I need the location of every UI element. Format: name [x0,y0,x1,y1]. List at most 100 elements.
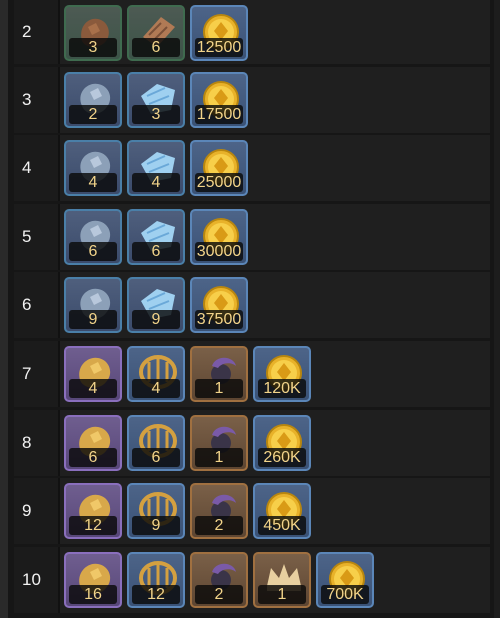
item-count: 3 [132,104,180,124]
resource-slot[interactable]: 3 [127,71,185,128]
upgrade-cost-table: 2 3 6 12500 3 2 3 17500 4 4 4 25000 5 6 6 30000 6 9 9 37500… [14,0,490,615]
item-count: 1 [195,447,243,467]
level-cell: 3 [14,66,60,133]
resource-slot[interactable]: 3 [64,5,122,61]
resource-slot[interactable]: 12500 [190,5,248,61]
level-cell: 8 [14,409,60,476]
resource-slot[interactable]: 12 [64,483,122,540]
item-count: 1 [258,584,306,604]
table-row: 10 16 12 2 1 700K [14,546,490,613]
item-count: 4 [69,378,117,398]
level-cell: 9 [14,478,60,545]
item-count: 6 [69,447,117,467]
resource-slot[interactable]: 37500 [190,277,248,334]
resource-slot[interactable]: 16 [64,551,122,608]
item-count: 700K [321,584,369,604]
resource-slot[interactable]: 2 [190,551,248,608]
resource-slot[interactable]: 6 [127,208,185,265]
item-list: 16 12 2 1 700K [64,551,374,608]
item-count: 2 [195,584,243,604]
table-row: 3 2 3 17500 [14,66,490,133]
item-count: 1 [195,378,243,398]
resource-slot[interactable]: 25000 [190,140,248,197]
level-label: 8 [22,432,32,452]
item-count: 6 [132,241,180,261]
item-count: 30000 [195,241,243,261]
item-count: 120K [258,378,306,398]
resource-slot[interactable]: 12 [127,551,185,608]
item-count: 2 [69,104,117,124]
level-label: 10 [22,569,41,589]
item-count: 2 [195,516,243,536]
resource-slot[interactable]: 9 [64,277,122,334]
level-cell: 7 [14,340,60,407]
level-label: 4 [22,158,32,178]
resource-slot[interactable]: 1 [190,414,248,471]
item-list: 12 9 2 450K [64,483,311,540]
resource-slot[interactable]: 4 [64,345,122,402]
resource-slot[interactable]: 1 [190,345,248,402]
level-label: 3 [22,89,32,109]
item-count: 6 [132,447,180,467]
table-row: 6 9 9 37500 [14,272,490,339]
resource-slot[interactable]: 260K [253,414,311,471]
level-label: 9 [22,501,32,521]
item-count: 4 [132,378,180,398]
resource-slot[interactable]: 4 [64,140,122,197]
table-row: 9 12 9 2 450K [14,478,490,545]
resource-slot[interactable]: 6 [64,208,122,265]
item-count: 12 [69,516,117,536]
resource-slot[interactable]: 2 [190,483,248,540]
item-count: 9 [132,310,180,330]
resource-slot[interactable]: 6 [127,5,185,61]
item-count: 450K [258,516,306,536]
level-cell: 6 [14,272,60,339]
resource-slot[interactable]: 700K [316,551,374,608]
item-list: 2 3 17500 [64,71,248,128]
item-list: 6 6 30000 [64,208,248,265]
level-label: 2 [22,22,32,41]
item-count: 9 [69,310,117,330]
resource-slot[interactable]: 17500 [190,71,248,128]
item-count: 9 [132,516,180,536]
level-cell: 5 [14,203,60,270]
table-row: 7 4 4 1 120K [14,340,490,407]
resource-slot[interactable]: 1 [253,551,311,608]
item-list: 9 9 37500 [64,277,248,334]
item-count: 17500 [195,104,243,124]
item-count: 4 [69,173,117,193]
resource-slot[interactable]: 4 [127,345,185,402]
table-row: 4 4 4 25000 [14,135,490,202]
level-cell: 2 [14,0,60,64]
level-label: 7 [22,363,32,383]
level-label: 6 [22,295,32,315]
level-cell: 4 [14,135,60,202]
item-list: 3 6 12500 [64,5,248,61]
item-list: 4 4 1 120K [64,345,311,402]
resource-slot[interactable]: 9 [127,483,185,540]
item-count: 12 [132,584,180,604]
table-row: 8 6 6 1 260K [14,409,490,476]
item-count: 37500 [195,310,243,330]
level-label: 5 [22,226,32,246]
right-border [494,0,500,618]
item-list: 6 6 1 260K [64,414,311,471]
table-row: 2 3 6 12500 [14,0,490,64]
resource-slot[interactable]: 6 [64,414,122,471]
item-list: 4 4 25000 [64,140,248,197]
item-count: 6 [132,38,180,57]
resource-slot[interactable]: 2 [64,71,122,128]
item-count: 4 [132,173,180,193]
item-count: 3 [69,38,117,57]
left-border [0,0,8,618]
item-count: 25000 [195,173,243,193]
table-row: 5 6 6 30000 [14,203,490,270]
resource-slot[interactable]: 9 [127,277,185,334]
level-cell: 10 [14,546,60,613]
resource-slot[interactable]: 6 [127,414,185,471]
resource-slot[interactable]: 120K [253,345,311,402]
item-count: 6 [69,241,117,261]
resource-slot[interactable]: 450K [253,483,311,540]
resource-slot[interactable]: 30000 [190,208,248,265]
resource-slot[interactable]: 4 [127,140,185,197]
